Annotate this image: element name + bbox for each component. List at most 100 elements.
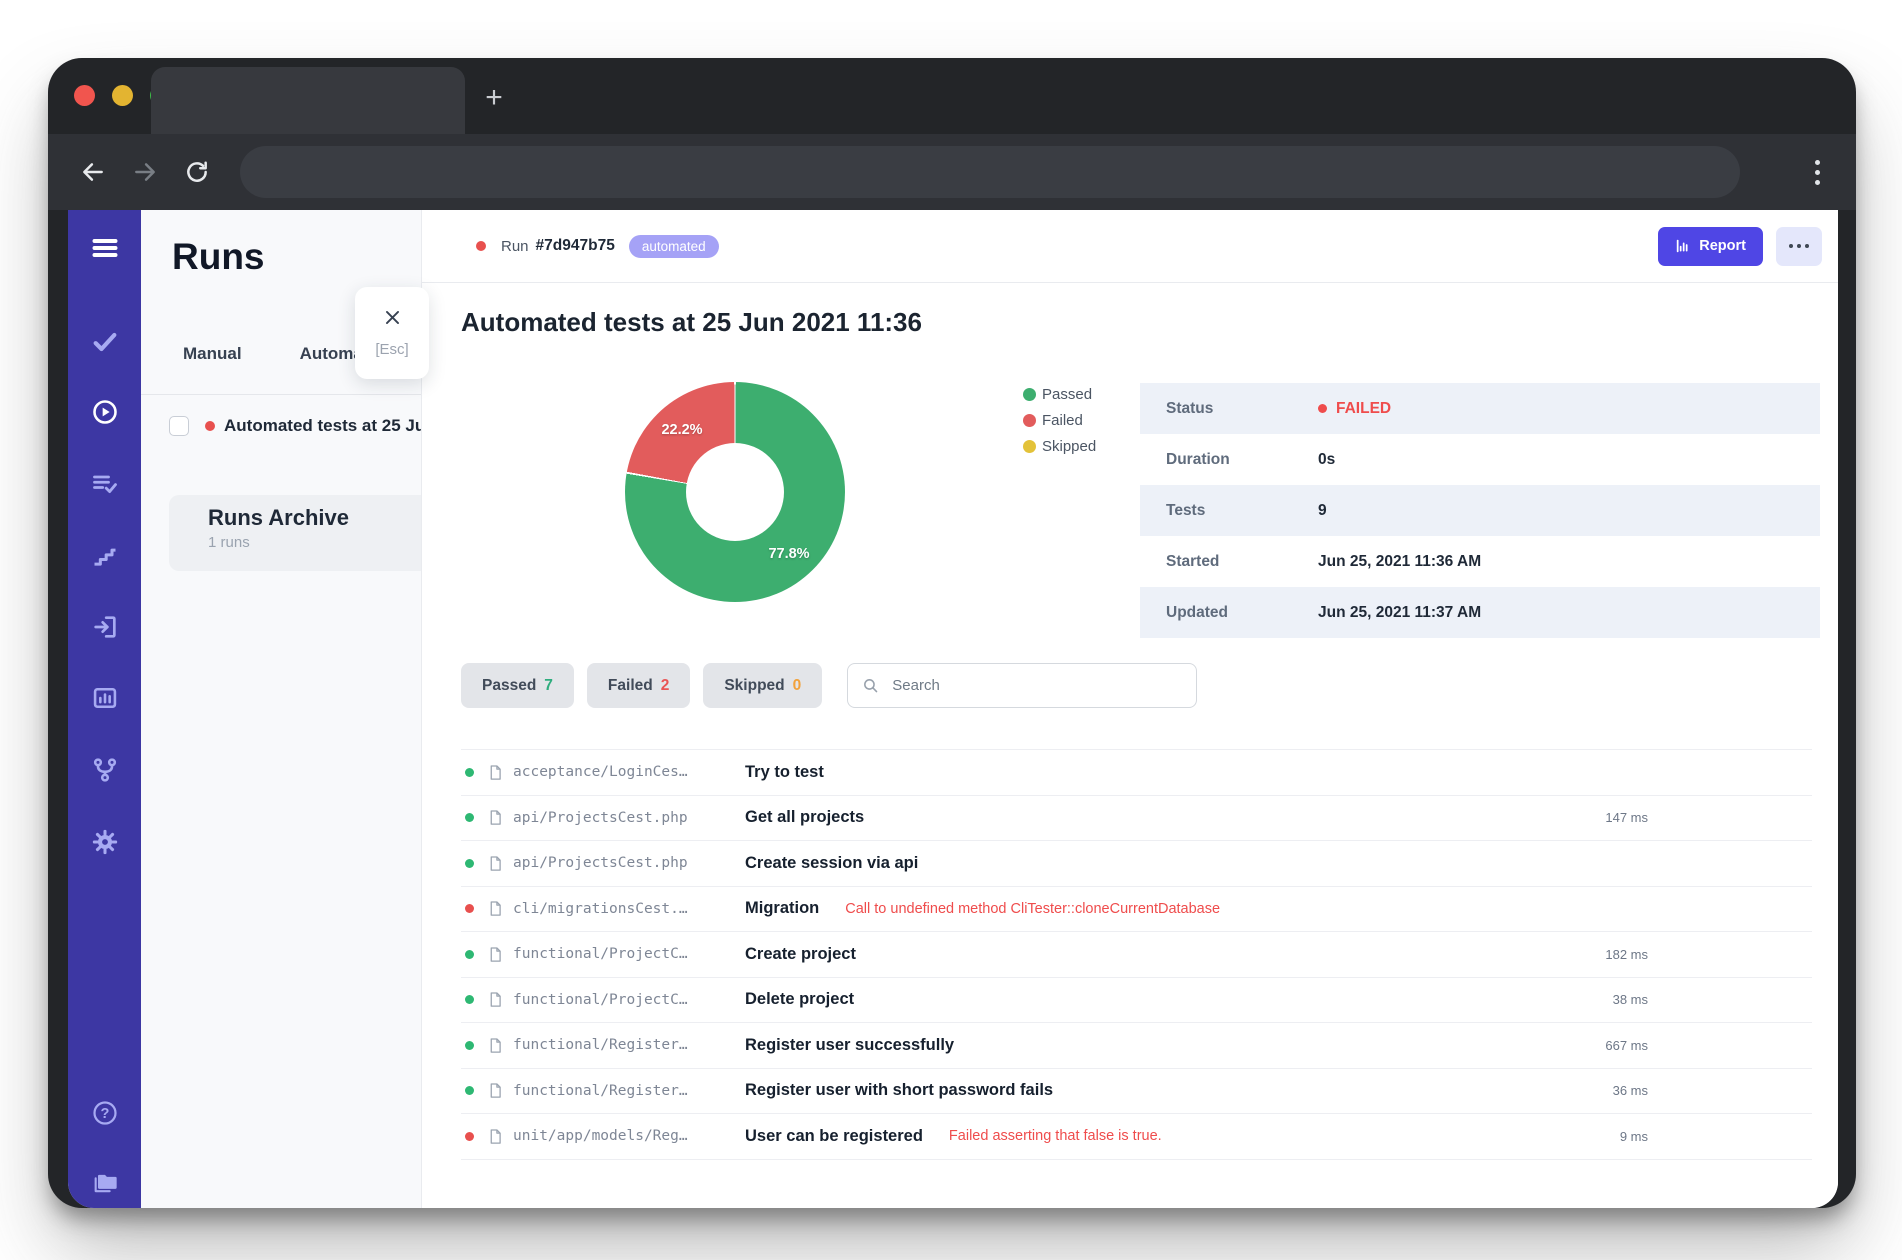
started-label: Started bbox=[1140, 553, 1318, 571]
test-duration: 182 ms bbox=[1605, 947, 1648, 962]
test-row[interactable]: unit/app/models/Reg… User can be registe… bbox=[461, 1114, 1812, 1160]
passed-dot-icon bbox=[465, 813, 474, 822]
filter-row: Passed 7 Failed 2 Skipped 0 bbox=[461, 663, 1838, 708]
test-duration: 36 ms bbox=[1613, 1083, 1648, 1098]
browser-menu-icon[interactable] bbox=[1815, 160, 1820, 185]
pull-requests-icon[interactable] bbox=[68, 613, 141, 641]
file-icon bbox=[487, 1082, 504, 1099]
passed-dot-icon bbox=[465, 995, 474, 1004]
runs-archive-card[interactable]: Runs Archive 1 runs bbox=[169, 495, 421, 571]
test-plans-icon[interactable] bbox=[68, 470, 141, 498]
passed-slice-label: 77.8% bbox=[768, 546, 809, 562]
passed-count: 7 bbox=[544, 677, 553, 695]
skipped-dot-icon bbox=[1023, 440, 1036, 453]
filter-failed-button[interactable]: Failed 2 bbox=[587, 663, 690, 708]
test-row[interactable]: acceptance/LoginCes… Try to test bbox=[461, 750, 1812, 796]
tab-manual[interactable]: Manual bbox=[183, 344, 242, 364]
test-title: Delete project bbox=[745, 990, 854, 1009]
test-row[interactable]: functional/ProjectC… Delete project 38 m… bbox=[461, 978, 1812, 1024]
svg-text:?: ? bbox=[100, 1106, 109, 1122]
tests-check-icon[interactable] bbox=[68, 328, 141, 356]
test-row[interactable]: cli/migrationsCest.… Migration Call to u… bbox=[461, 887, 1812, 933]
browser-tab[interactable] bbox=[151, 67, 465, 134]
runs-play-icon[interactable] bbox=[68, 398, 141, 426]
test-row[interactable]: functional/Register… Register user with … bbox=[461, 1069, 1812, 1115]
milestones-stairs-icon[interactable] bbox=[68, 542, 141, 570]
test-title: Migration bbox=[745, 899, 819, 918]
minimize-window-button[interactable] bbox=[112, 85, 133, 106]
test-title: Get all projects bbox=[745, 808, 864, 827]
back-icon[interactable] bbox=[80, 159, 106, 185]
test-row[interactable]: functional/Register… Register user succe… bbox=[461, 1023, 1812, 1069]
legend-item-failed: Failed bbox=[1023, 412, 1096, 429]
updated-label: Updated bbox=[1140, 604, 1318, 622]
run-title: Automated tests at 25 Jun 2021 11:36 bbox=[461, 307, 1838, 338]
address-bar[interactable] bbox=[240, 146, 1740, 198]
run-id: #7d947b75 bbox=[536, 237, 615, 255]
search-input[interactable] bbox=[890, 676, 1182, 695]
test-duration: 667 ms bbox=[1605, 1038, 1648, 1053]
test-file: api/ProjectsCest.php bbox=[513, 855, 739, 871]
run-status-dot bbox=[205, 421, 215, 431]
updated-value: Jun 25, 2021 11:37 AM bbox=[1318, 604, 1481, 622]
close-icon[interactable] bbox=[383, 308, 402, 332]
page-title: Runs bbox=[172, 236, 265, 278]
table-row: Tests 9 bbox=[1140, 485, 1820, 536]
test-file: functional/ProjectC… bbox=[513, 946, 739, 962]
report-button[interactable]: Report bbox=[1658, 227, 1763, 266]
forward-icon[interactable] bbox=[132, 159, 158, 185]
file-icon bbox=[487, 991, 504, 1008]
test-row[interactable]: api/ProjectsCest.php Create session via … bbox=[461, 841, 1812, 887]
run-label: Run bbox=[501, 238, 529, 255]
more-options-button[interactable] bbox=[1776, 227, 1822, 266]
settings-gear-icon[interactable] bbox=[68, 828, 141, 856]
test-row[interactable]: functional/ProjectC… Create project 182 … bbox=[461, 932, 1812, 978]
tests-label: Tests bbox=[1140, 502, 1318, 520]
started-value: Jun 25, 2021 11:36 AM bbox=[1318, 553, 1481, 571]
run-list-item[interactable]: Automated tests at 25 Jun 2021 11:36 bbox=[141, 408, 421, 444]
file-icon bbox=[487, 855, 504, 872]
search-box bbox=[847, 663, 1197, 708]
analytics-icon[interactable] bbox=[68, 684, 141, 712]
passed-dot-icon bbox=[465, 1041, 474, 1050]
filter-label: Failed bbox=[608, 677, 653, 695]
run-checkbox[interactable] bbox=[169, 416, 189, 436]
skipped-count: 0 bbox=[793, 677, 802, 695]
legend-item-skipped: Skipped bbox=[1023, 438, 1096, 455]
failed-dot-icon bbox=[465, 904, 474, 913]
test-title: User can be registered bbox=[745, 1127, 923, 1146]
legend-label: Skipped bbox=[1042, 438, 1096, 455]
passed-dot-icon bbox=[465, 1086, 474, 1095]
run-detail-header: Run #7d947b75 automated Report bbox=[422, 210, 1838, 283]
help-icon[interactable]: ? bbox=[68, 1099, 141, 1127]
hamburger-menu-icon[interactable] bbox=[68, 234, 141, 262]
legend-label: Failed bbox=[1042, 412, 1083, 429]
test-row[interactable]: api/ProjectsCest.php Get all projects 14… bbox=[461, 796, 1812, 842]
passed-dot-icon bbox=[465, 859, 474, 868]
browser-window: + bbox=[48, 58, 1856, 1208]
file-icon bbox=[487, 1037, 504, 1054]
filter-passed-button[interactable]: Passed 7 bbox=[461, 663, 574, 708]
tests-value: 9 bbox=[1318, 502, 1327, 520]
archive-folders-icon[interactable] bbox=[68, 1169, 141, 1197]
close-window-button[interactable] bbox=[74, 85, 95, 106]
test-file: acceptance/LoginCes… bbox=[513, 764, 739, 780]
test-file: cli/migrationsCest.… bbox=[513, 901, 739, 917]
reload-icon[interactable] bbox=[184, 159, 210, 185]
file-icon bbox=[487, 764, 504, 781]
header-actions: Report bbox=[1658, 227, 1822, 266]
filter-skipped-button[interactable]: Skipped 0 bbox=[703, 663, 822, 708]
test-file: functional/Register… bbox=[513, 1037, 739, 1053]
test-file: functional/ProjectC… bbox=[513, 992, 739, 1008]
app-sidebar: ? bbox=[68, 210, 141, 1208]
panel-divider bbox=[141, 394, 421, 395]
test-error: Failed asserting that false is true. bbox=[949, 1128, 1162, 1144]
new-tab-button[interactable]: + bbox=[476, 80, 512, 116]
browser-titlebar: + bbox=[48, 58, 1856, 134]
branch-icon[interactable] bbox=[68, 756, 141, 784]
run-detail-panel: Run #7d947b75 automated Report Automated… bbox=[422, 210, 1838, 1208]
automated-badge: automated bbox=[629, 235, 719, 258]
test-title: Register user successfully bbox=[745, 1036, 954, 1055]
run-status-table: Status FAILED Duration 0s Tests 9 bbox=[1140, 383, 1820, 638]
run-status-dot bbox=[476, 241, 486, 251]
